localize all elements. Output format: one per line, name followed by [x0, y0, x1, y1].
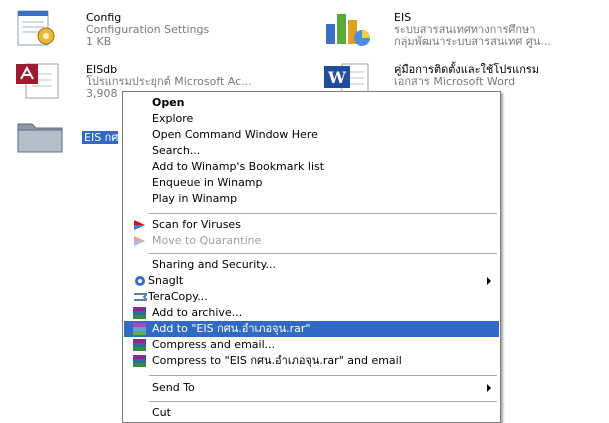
menu-sharing-security[interactable]: Sharing and Security... [124, 257, 499, 273]
menu-play-winamp[interactable]: Play in Winamp [124, 191, 499, 207]
menu-add-to-archive[interactable]: Add to archive... [124, 305, 499, 321]
winrar-icon [133, 307, 146, 319]
menu-winamp-bookmark[interactable]: Add to Winamp's Bookmark list [124, 159, 499, 175]
menu-send-to-label: Send To [152, 381, 195, 394]
folder-icon [16, 116, 64, 154]
file-eis[interactable]: EIS ระบบสารสนเทศทางการศึกษา กลุ่มพัฒนาระ… [324, 10, 609, 48]
menu-compress-rar-email-label: Compress to "EIS กศน.อำเภอจุน.rar" and e… [152, 354, 402, 367]
file-type: เอกสาร Microsoft Word [394, 75, 516, 88]
menu-scan-viruses[interactable]: Scan for Viruses [124, 217, 499, 233]
menu-move-quarantine-label: Move to Quarantine [152, 234, 262, 247]
menu-winamp-bookmark-label: Add to Winamp's Bookmark list [152, 160, 325, 173]
menu-open-label: Open [152, 96, 185, 109]
menu-snagit[interactable]: SnagIt [124, 273, 499, 289]
context-menu: Open Explore Open Command Window Here Se… [122, 91, 501, 423]
winrar-icon [133, 323, 146, 335]
menu-open[interactable]: Open [124, 95, 499, 111]
menu-separator [149, 213, 497, 214]
file-description: กลุ่มพัฒนาระบบสารสนเทศ ศูน... [394, 35, 551, 48]
menu-enqueue-winamp[interactable]: Enqueue in Winamp [124, 175, 499, 191]
antivirus-icon [133, 219, 146, 231]
menu-scan-viruses-label: Scan for Viruses [152, 218, 241, 231]
menu-teracopy-label: TeraCopy... [148, 290, 208, 303]
menu-compress-rar-email[interactable]: Compress to "EIS กศน.อำเภอจุน.rar" and e… [124, 353, 499, 369]
menu-add-to-rar[interactable]: Add to "EIS กศน.อำเภอจุน.rar" [124, 321, 499, 337]
config-settings-icon [16, 10, 64, 48]
teracopy-icon [134, 291, 150, 303]
selected-folder-label[interactable]: EIS กศ [82, 131, 118, 144]
file-size: 1 KB [86, 35, 112, 48]
access-database-icon [16, 62, 64, 100]
menu-add-to-rar-label: Add to "EIS กศน.อำเภอจุน.rar" [152, 322, 311, 335]
quarantine-icon [133, 235, 146, 247]
menu-compress-email-label: Compress and email... [152, 338, 276, 351]
menu-search-label: Search... [152, 144, 201, 157]
menu-compress-email[interactable]: Compress and email... [124, 337, 499, 353]
submenu-arrow-icon [487, 277, 491, 285]
menu-open-command-window[interactable]: Open Command Window Here [124, 127, 499, 143]
menu-cut-label: Cut [152, 406, 171, 419]
menu-send-to[interactable]: Send To [124, 380, 499, 396]
menu-cut[interactable]: Cut [124, 405, 499, 421]
winrar-icon [133, 355, 146, 367]
menu-separator [149, 375, 497, 376]
svg-text:W: W [327, 68, 347, 87]
menu-separator [149, 401, 497, 402]
menu-move-quarantine[interactable]: Move to Quarantine [124, 233, 499, 249]
menu-search[interactable]: Search... [124, 143, 499, 159]
snagit-icon [134, 275, 147, 287]
menu-teracopy[interactable]: TeraCopy... [124, 289, 499, 305]
menu-play-winamp-label: Play in Winamp [152, 192, 238, 205]
winrar-icon [133, 339, 146, 351]
menu-explore[interactable]: Explore [124, 111, 499, 127]
submenu-arrow-icon [487, 384, 491, 392]
menu-add-to-archive-label: Add to archive... [152, 306, 243, 319]
bar-chart-icon [324, 10, 372, 48]
menu-snagit-label: SnagIt [148, 274, 184, 287]
file-config[interactable]: Config Configuration Settings 1 KB [16, 10, 276, 48]
menu-separator [149, 253, 497, 254]
menu-explore-label: Explore [152, 112, 194, 125]
menu-open-command-window-label: Open Command Window Here [152, 128, 318, 141]
menu-sharing-security-label: Sharing and Security... [152, 258, 277, 271]
menu-enqueue-winamp-label: Enqueue in Winamp [152, 176, 263, 189]
